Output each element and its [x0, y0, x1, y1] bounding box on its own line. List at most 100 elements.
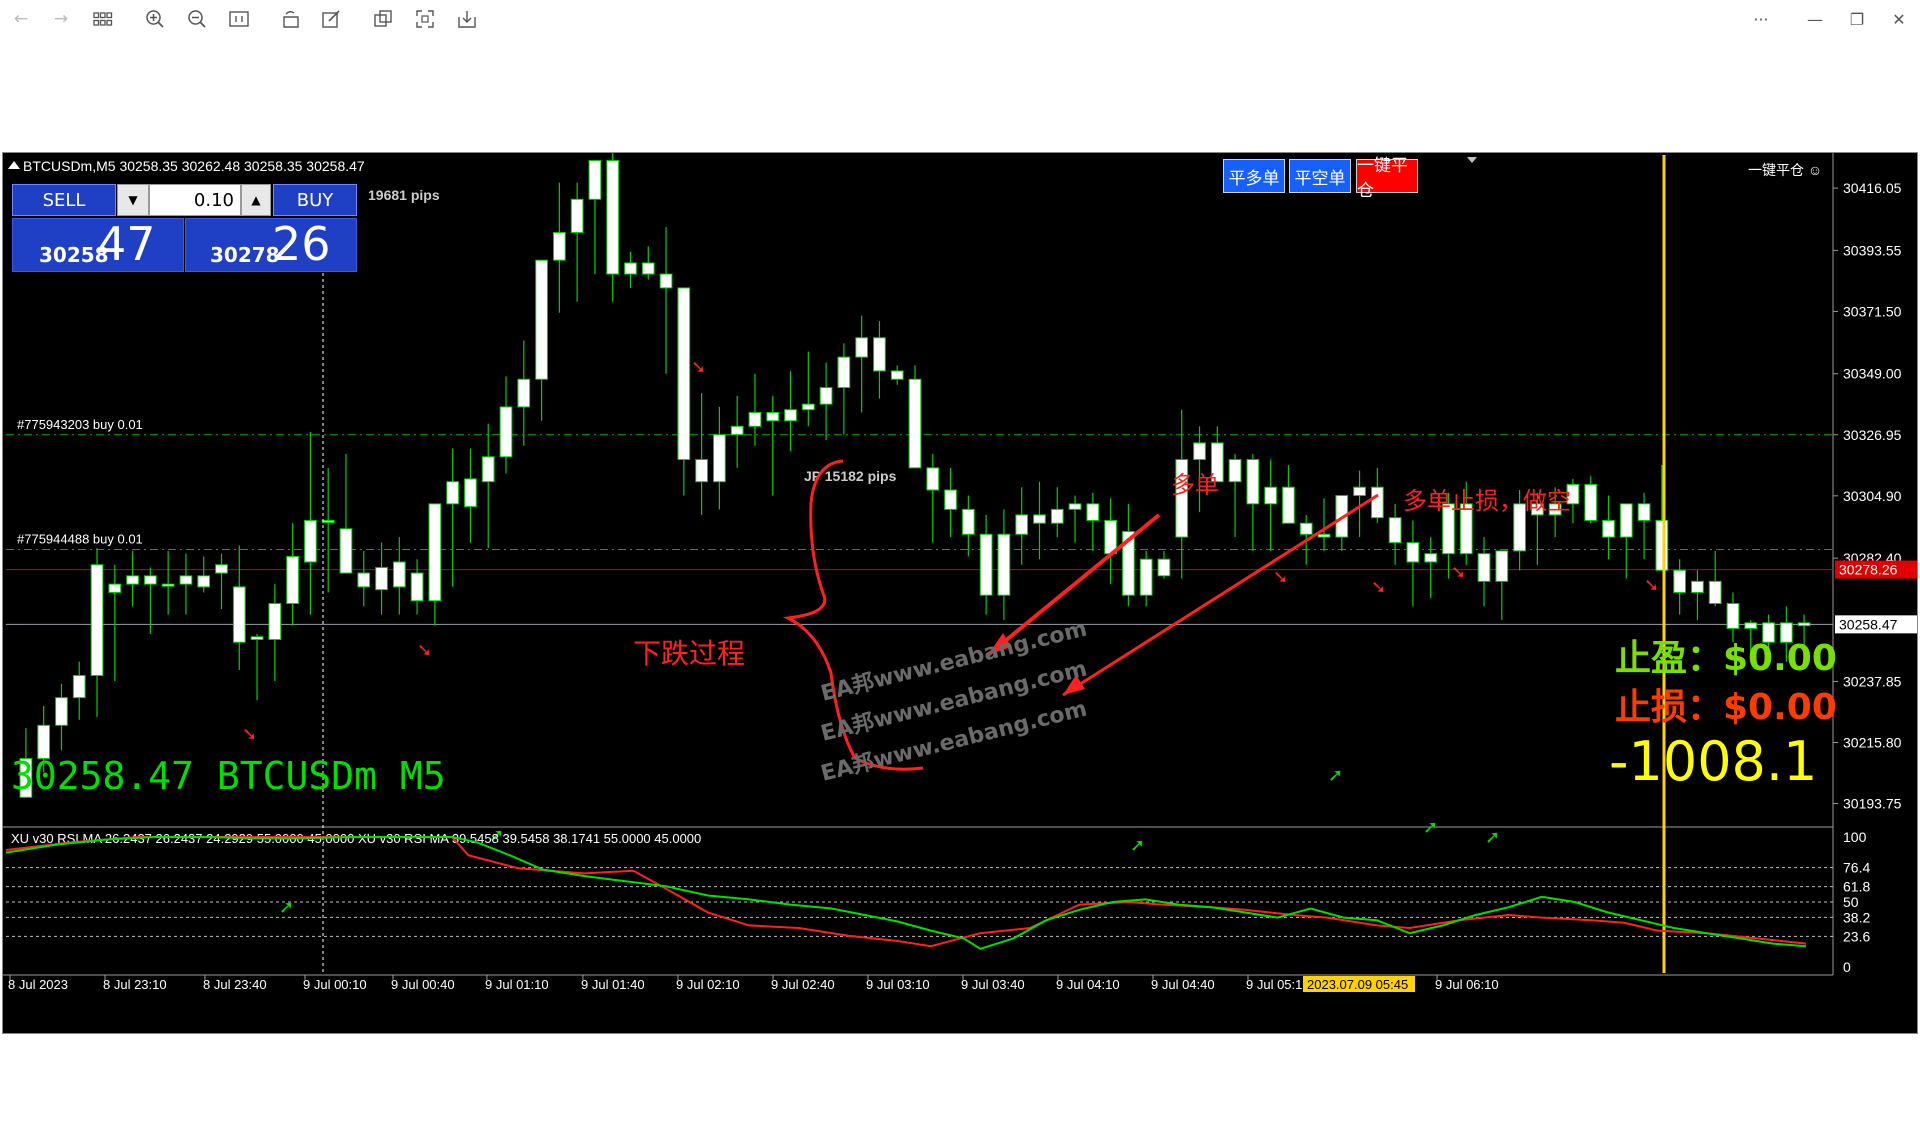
- candle-body: [179, 575, 193, 585]
- copy-icon[interactable]: [370, 6, 396, 32]
- candle-body: [1299, 522, 1313, 535]
- candle-body: [659, 273, 673, 289]
- zoom-in-icon[interactable]: [142, 6, 168, 32]
- candle-body: [1726, 603, 1740, 629]
- candle-body: [979, 533, 993, 596]
- rsi-level-label: 23.6: [1843, 928, 1870, 944]
- price-tick-label: 30349.00: [1843, 366, 1902, 382]
- rsi-level-label: 100: [1843, 829, 1867, 845]
- buy-price-box[interactable]: 30278 26: [185, 217, 357, 272]
- candle-body: [748, 411, 762, 427]
- time-tick-label: 9 Jul 00:40: [391, 977, 455, 992]
- candle-body: [819, 387, 833, 405]
- price-tick-label: 30416.05: [1843, 180, 1902, 196]
- bid-price-label: 30258.47: [1839, 616, 1898, 632]
- candle-body: [197, 575, 211, 588]
- grid-icon[interactable]: [90, 6, 116, 32]
- time-tick-label: 9 Jul 04:10: [1056, 977, 1120, 992]
- lot-decrease-button[interactable]: ▼: [117, 184, 149, 216]
- candle-body: [392, 561, 406, 588]
- fit-icon[interactable]: [226, 6, 252, 32]
- rsi-level-label: 0: [1843, 959, 1851, 975]
- price-chart[interactable]: BTCUSDm,M5 30258.35 30262.48 30258.35 30…: [3, 153, 1917, 1033]
- time-cursor-label: 2023.07.09 05:45: [1307, 977, 1408, 992]
- buy-arrow-icon: ➚: [1130, 835, 1145, 856]
- save-icon[interactable]: [454, 6, 480, 32]
- candle-body: [1228, 459, 1242, 483]
- close-short-button[interactable]: 平空单: [1289, 159, 1351, 193]
- sell-price-box[interactable]: 30258 47: [12, 217, 184, 272]
- candle-body: [1477, 553, 1491, 582]
- candle-body: [873, 337, 886, 372]
- candle-body: [108, 583, 122, 593]
- more-icon[interactable]: ···: [1746, 6, 1776, 32]
- candle-body: [1619, 503, 1633, 538]
- candle-body: [1691, 580, 1704, 593]
- candle-body: [1602, 519, 1615, 538]
- candle-body: [784, 409, 797, 422]
- time-tick-label: 8 Jul 2023: [8, 977, 68, 992]
- rsi-level-label: 76.4: [1843, 860, 1870, 876]
- down-process-annotation: 下跌过程: [633, 637, 745, 670]
- candle-body: [552, 232, 566, 261]
- close-long-button[interactable]: 平多单: [1223, 159, 1285, 193]
- close-all-button[interactable]: 一键平仓: [1356, 156, 1418, 201]
- long-order-annotation: 多单: [1171, 471, 1219, 499]
- rsi-level-label: 61.8: [1843, 879, 1870, 895]
- candle-body: [1797, 622, 1811, 627]
- lot-size-input[interactable]: 0.10: [149, 184, 241, 216]
- candle-body: [961, 508, 975, 535]
- price-tick-label: 30193.75: [1843, 796, 1902, 812]
- back-arrow-icon[interactable]: ←: [8, 6, 34, 32]
- candle-body: [1033, 514, 1046, 524]
- candle-body: [713, 434, 726, 483]
- lot-increase-button[interactable]: ▲: [241, 184, 271, 216]
- candle-body: [72, 674, 86, 699]
- candle-body: [304, 519, 317, 563]
- candle-body: [1264, 486, 1278, 505]
- candle-body: [357, 572, 371, 588]
- candle-body: [1370, 486, 1384, 519]
- candle-body: [944, 489, 957, 510]
- buy-arrow-icon: ➚: [279, 897, 294, 918]
- candle-body: [801, 403, 815, 411]
- buy-price-main: 30278: [210, 243, 280, 267]
- sell-arrow-icon: ➘: [1451, 562, 1466, 583]
- candle-body: [1655, 519, 1669, 571]
- zoom-out-icon[interactable]: [184, 6, 210, 32]
- stop-short-annotation: 多单止损，做空: [1403, 487, 1571, 515]
- sell-arrow-icon: ➘: [1371, 577, 1386, 598]
- buy-arrow-icon: ➚: [1485, 827, 1500, 848]
- close-icon[interactable]: ✕: [1884, 6, 1914, 32]
- restore-icon[interactable]: ❐: [1842, 6, 1872, 32]
- candle-body: [517, 378, 531, 408]
- candle-body: [855, 337, 869, 358]
- candle-body: [1015, 514, 1029, 535]
- buy-button[interactable]: BUY: [273, 184, 357, 216]
- rsi-green-line: [5, 836, 1807, 950]
- edit-icon[interactable]: [318, 6, 344, 32]
- price-tick-label: 30371.50: [1843, 303, 1902, 319]
- rsi-level-label: 50: [1843, 894, 1859, 910]
- candle-body: [55, 697, 68, 726]
- price-tick-label: 30215.80: [1843, 734, 1902, 750]
- fullscreen-icon[interactable]: [412, 6, 438, 32]
- candle-body: [1637, 503, 1651, 521]
- time-tick-label: 9 Jul 02:40: [771, 977, 835, 992]
- candle-body: [499, 406, 513, 458]
- candle-body: [624, 262, 637, 275]
- ask-price-label: 30278.26: [1839, 562, 1898, 578]
- time-tick-label: 9 Jul 03:40: [961, 977, 1025, 992]
- rotate-icon[interactable]: [278, 6, 304, 32]
- candle-body: [837, 356, 851, 389]
- rsi-red-line: [5, 836, 1807, 948]
- sell-button[interactable]: SELL: [12, 184, 116, 216]
- sell-price-pips: 47: [97, 217, 156, 271]
- stop-loss-text: 止损：$0.00: [1615, 687, 1837, 728]
- minimize-icon[interactable]: —: [1800, 6, 1830, 32]
- candle-body: [1744, 622, 1758, 629]
- candle-body: [1708, 580, 1722, 605]
- candle-body: [677, 287, 691, 461]
- big-symbol-text: 30258.47 BTCUSDm M5: [11, 754, 446, 798]
- forward-arrow-icon[interactable]: →: [48, 6, 74, 32]
